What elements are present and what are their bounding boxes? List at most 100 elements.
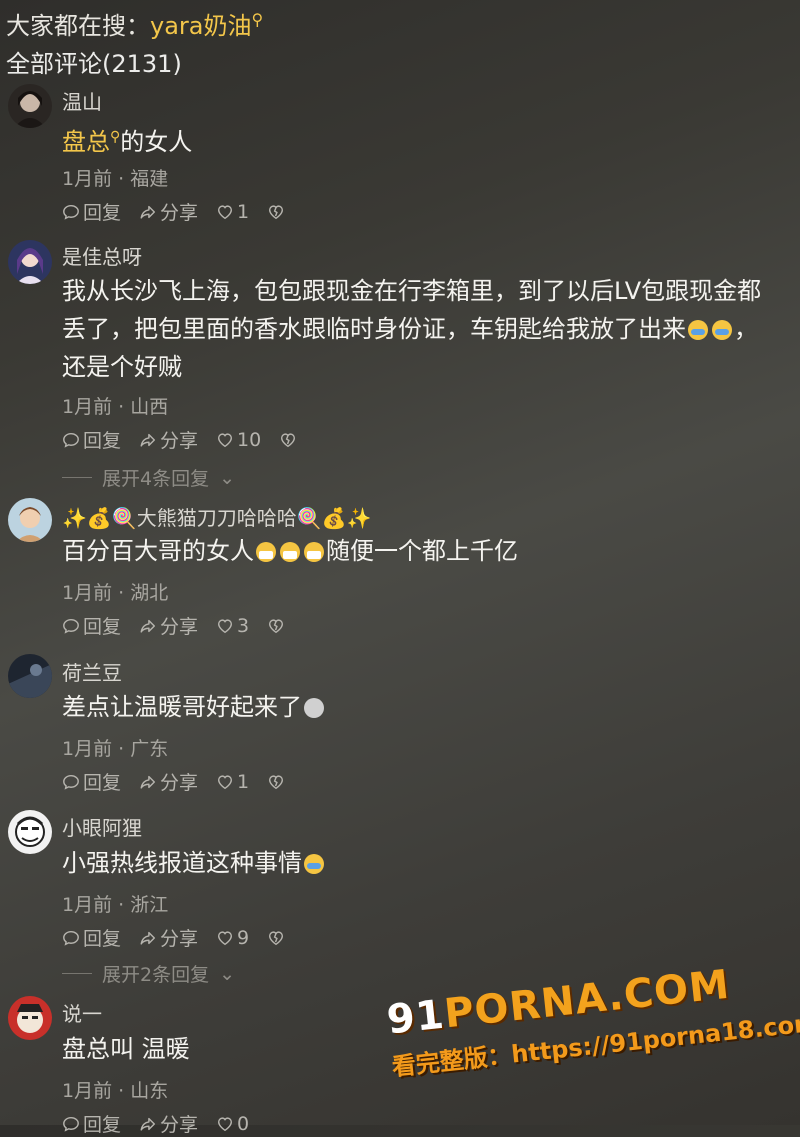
like-count: 9: [237, 926, 250, 949]
avatar[interactable]: [8, 240, 52, 284]
like-button[interactable]: 1: [216, 771, 249, 793]
avatar[interactable]: [8, 498, 52, 542]
share-button[interactable]: 分享: [139, 768, 198, 795]
search-suggestion-prefix: 大家都在搜：: [6, 12, 150, 40]
comment-text-line-2-end: ，: [734, 315, 758, 343]
comment-bubble-icon: [63, 774, 79, 790]
smiling-mask-emoji-icon: [256, 542, 276, 562]
comment-text-rest: 的女人: [120, 128, 193, 156]
comment-text-line-1: 我从长沙飞上海，包包跟现金在行李箱里，到了以后LV包跟现金都: [62, 277, 762, 305]
share-icon: [140, 619, 156, 633]
comment-bubble-icon: [63, 432, 79, 448]
comment-username[interactable]: 小眼阿狸: [62, 812, 142, 841]
comment-username[interactable]: 荷兰豆: [62, 657, 122, 686]
comment-actions: 回复 分享 3: [62, 612, 285, 639]
like-count: 3: [237, 614, 250, 637]
comment-bubble-icon: [63, 204, 79, 220]
share-label: 分享: [160, 430, 199, 452]
like-count: 10: [237, 428, 262, 451]
reply-button[interactable]: 回复: [62, 924, 121, 951]
reply-button[interactable]: 回复: [62, 768, 121, 795]
share-button[interactable]: 分享: [139, 1110, 198, 1137]
like-button[interactable]: 3: [216, 615, 249, 637]
like-button[interactable]: 1: [216, 201, 249, 223]
expand-replies-button[interactable]: 展开2条回复 ⌄: [62, 960, 235, 987]
reply-label: 回复: [83, 430, 122, 452]
comment-meta: 1月前 · 广东: [62, 738, 169, 760]
comment-text-line-3: 还是个好贼: [62, 353, 182, 381]
broken-heart-icon: [269, 930, 284, 945]
share-icon: [140, 1117, 156, 1131]
dislike-button[interactable]: [267, 617, 285, 635]
reply-label: 回复: [83, 202, 122, 224]
comments-title: 全部评论(2131): [6, 50, 182, 78]
dislike-button[interactable]: [279, 431, 297, 449]
dislike-button[interactable]: [267, 203, 285, 221]
watermark-logo-prefix: 91: [384, 991, 447, 1044]
dislike-button[interactable]: [267, 929, 285, 947]
expand-replies-label: 展开4条回复: [102, 468, 210, 490]
like-count: 1: [237, 770, 250, 793]
share-label: 分享: [160, 616, 199, 638]
comment-text: 小强热线报道这种事情: [62, 844, 790, 882]
comment-text-part-1: 百分百大哥的女人: [62, 537, 254, 565]
comment-text-line-2-text: 丢了，把包里面的香水跟临时身份证，车钥匙给我放了出来: [62, 315, 686, 343]
broken-heart-icon: [269, 204, 284, 219]
comment-text-body: 差点让温暖哥好起来了: [62, 693, 302, 721]
reply-button[interactable]: 回复: [62, 198, 121, 225]
comment-actions: 回复 分享 10: [62, 426, 297, 453]
share-icon: [140, 775, 156, 789]
comment-actions: 回复 分享 9: [62, 924, 285, 951]
share-button[interactable]: 分享: [139, 612, 198, 639]
reply-button[interactable]: 回复: [62, 1110, 121, 1137]
avatar[interactable]: [8, 996, 52, 1040]
like-button[interactable]: 9: [216, 927, 249, 949]
comment-username[interactable]: 温山: [62, 86, 102, 115]
expand-replies-button[interactable]: 展开4条回复 ⌄: [62, 464, 235, 491]
crying-laughing-emoji-icon: [712, 320, 732, 340]
reply-label: 回复: [83, 928, 122, 950]
share-button[interactable]: 分享: [139, 924, 198, 951]
crying-laughing-emoji-icon: [688, 320, 708, 340]
avatar[interactable]: [8, 810, 52, 854]
like-button[interactable]: 0: [216, 1113, 249, 1135]
dislike-button[interactable]: [267, 773, 285, 791]
comment-meta: 1月前 · 山东: [62, 1080, 169, 1102]
heart-icon: [218, 930, 233, 945]
search-suggestion[interactable]: 大家都在搜：yara奶油⚲: [6, 6, 263, 41]
avatar[interactable]: [8, 84, 52, 128]
avatar[interactable]: [8, 654, 52, 698]
comment-meta: 1月前 · 福建: [62, 168, 169, 190]
share-button[interactable]: 分享: [139, 426, 198, 453]
comment-username[interactable]: ✨💰🍭大熊猫刀刀哈哈哈🍭💰✨: [62, 502, 371, 531]
divider: [62, 973, 92, 974]
comment-username[interactable]: 说一: [62, 998, 102, 1027]
reply-label: 回复: [83, 1114, 122, 1136]
broken-heart-icon: [281, 432, 296, 447]
comment-bubble-icon: [63, 1116, 79, 1132]
share-icon: [140, 205, 156, 219]
expand-replies-label: 展开2条回复: [102, 964, 210, 986]
divider: [62, 477, 92, 478]
share-button[interactable]: 分享: [139, 198, 198, 225]
comment-meta: 1月前 · 浙江: [62, 894, 169, 916]
keyword-link[interactable]: 盘总: [62, 128, 110, 156]
search-keyword-link[interactable]: yara奶油: [150, 12, 251, 40]
like-button[interactable]: 10: [216, 429, 261, 451]
comment-bubble-icon: [63, 930, 79, 946]
heart-icon: [218, 204, 233, 219]
heart-icon: [218, 1116, 233, 1131]
chevron-down-icon: ⌄: [219, 962, 236, 985]
reply-button[interactable]: 回复: [62, 426, 121, 453]
heart-icon: [218, 774, 233, 789]
comment-username[interactable]: 是佳总呀: [62, 241, 142, 270]
like-count: 0: [237, 1112, 250, 1135]
broken-heart-icon: [269, 618, 284, 633]
reply-button[interactable]: 回复: [62, 612, 121, 639]
like-count: 1: [237, 200, 250, 223]
smiling-mask-emoji-icon: [304, 542, 324, 562]
share-label: 分享: [160, 1114, 199, 1136]
share-label: 分享: [160, 928, 199, 950]
search-icon: ⚲: [251, 10, 264, 29]
chevron-down-icon: ⌄: [219, 466, 236, 489]
